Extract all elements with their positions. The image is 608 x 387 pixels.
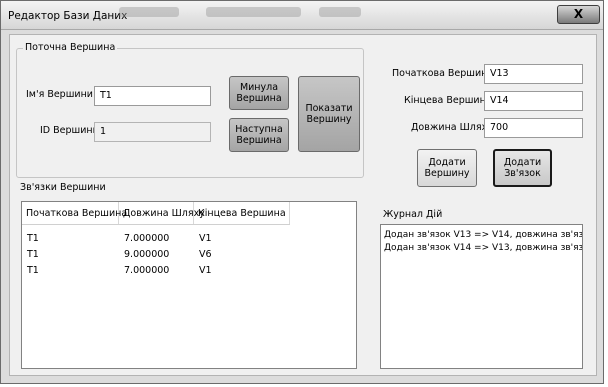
vertex-id-field: 1 xyxy=(94,122,211,142)
list-header: Початкова Вершина Довжина Шляху Кінцева … xyxy=(22,202,290,225)
window-title: Редактор Бази Даних xyxy=(8,10,128,22)
cell-end-vertex: V6 xyxy=(199,249,212,260)
list-row[interactable]: T1 9.000000 V6 xyxy=(22,249,356,263)
column-header-end-vertex[interactable]: Кінцева Вершина xyxy=(194,202,290,224)
vertex-name-field[interactable]: T1 xyxy=(94,86,211,106)
vertex-links-label: Зв'язки Вершини xyxy=(20,182,106,193)
action-log-list[interactable]: Додан зв'язок V13 => V14, довжина зв'язк… xyxy=(380,224,583,369)
title-bar-glass-decoration xyxy=(206,7,301,17)
next-vertex-button[interactable]: Наступна Вершина xyxy=(229,118,289,152)
path-length-label: Довжина Шляху xyxy=(411,122,493,133)
end-vertex-label: Кінцева Вершина xyxy=(404,95,492,106)
cell-start-vertex: T1 xyxy=(27,233,39,244)
add-vertex-button[interactable]: Додати Вершину xyxy=(417,149,477,187)
previous-vertex-button[interactable]: Минула Вершина xyxy=(229,76,289,110)
cell-path-length: 7.000000 xyxy=(124,233,170,244)
list-row[interactable]: T1 7.000000 V1 xyxy=(22,265,356,279)
add-link-button[interactable]: Додати Зв'язок xyxy=(493,149,552,187)
end-vertex-field[interactable]: V14 xyxy=(484,91,583,111)
editor-window: Редактор Бази Даних X Поточна Вершина Ім… xyxy=(0,0,604,384)
title-bar-glass-decoration xyxy=(319,7,361,17)
path-length-field[interactable]: 700 xyxy=(484,118,583,138)
cell-start-vertex: T1 xyxy=(27,265,39,276)
column-header-start-vertex[interactable]: Початкова Вершина xyxy=(22,202,127,224)
column-header-path-length[interactable]: Довжина Шляху xyxy=(119,202,205,224)
log-line: Додан зв'язок V13 => V14, довжина зв'язк… xyxy=(384,230,583,240)
title-bar[interactable]: Редактор Бази Даних X xyxy=(1,1,603,30)
title-bar-glass-decoration xyxy=(119,7,179,17)
cell-end-vertex: V1 xyxy=(199,233,212,244)
show-vertex-button[interactable]: Показати Вершину xyxy=(298,76,360,152)
vertex-name-label: Ім'я Вершини xyxy=(26,89,93,100)
current-vertex-group-label: Поточна Вершина xyxy=(23,42,118,53)
cell-end-vertex: V1 xyxy=(199,265,212,276)
vertex-links-list[interactable]: Початкова Вершина Довжина Шляху Кінцева … xyxy=(21,201,357,369)
close-icon: X xyxy=(573,7,584,21)
action-log-group-label: Журнал Дій xyxy=(383,209,443,220)
log-line: Додан зв'язок V14 => V13, довжина зв'язк… xyxy=(384,243,583,253)
close-button[interactable]: X xyxy=(557,5,600,24)
current-vertex-group: Поточна Вершина Ім'я Вершини T1 ID Верши… xyxy=(16,42,364,178)
cell-start-vertex: T1 xyxy=(27,249,39,260)
start-vertex-field[interactable]: V13 xyxy=(484,64,583,84)
cell-path-length: 9.000000 xyxy=(124,249,170,260)
vertex-id-label: ID Вершини xyxy=(40,125,99,136)
list-row[interactable]: T1 7.000000 V1 xyxy=(22,233,356,247)
cell-path-length: 7.000000 xyxy=(124,265,170,276)
start-vertex-label: Початкова Вершина xyxy=(392,68,494,79)
